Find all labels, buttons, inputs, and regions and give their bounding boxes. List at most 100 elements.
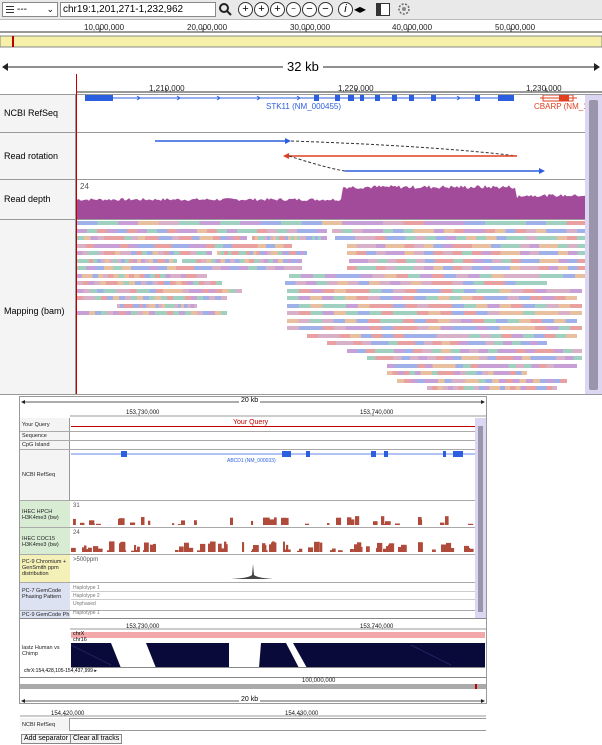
read[interactable]	[77, 266, 302, 270]
track-label-query[interactable]: Your Query	[22, 422, 50, 428]
read[interactable]	[287, 288, 582, 293]
read[interactable]	[287, 326, 582, 330]
clear-tracks-button[interactable]: Clear all tracks	[70, 734, 123, 744]
ihec1-track[interactable]	[71, 515, 475, 527]
menu-icon	[6, 6, 14, 13]
read[interactable]	[77, 228, 327, 233]
expand-icon[interactable]: ◂▸	[354, 2, 366, 16]
read[interactable]	[397, 378, 567, 383]
refseq-track[interactable]	[77, 95, 602, 132]
align-ruler-tick: 153,740,000	[360, 624, 394, 630]
track-label-mapping[interactable]: Mapping (bam)	[4, 306, 65, 316]
read[interactable]	[347, 266, 587, 270]
read[interactable]	[347, 348, 582, 353]
zoom-out-small-icon[interactable]: −	[286, 2, 301, 17]
read[interactable]	[287, 303, 582, 308]
read[interactable]	[77, 296, 227, 300]
read[interactable]	[427, 386, 557, 390]
chrom-tick-label: 40,000,000	[392, 23, 433, 32]
track-label-refseq[interactable]: NCBI RefSeq	[4, 108, 58, 118]
read[interactable]	[347, 243, 587, 248]
track-label-ihec1[interactable]: IHEC HPCH H3K4me3 (bw)	[22, 509, 70, 521]
location-input[interactable]: chr19:1,201,271-1,232,962	[60, 2, 216, 17]
track-label-ihec2[interactable]: IHEC COC15 H3K4me3 (bw)	[22, 536, 70, 548]
ihec2-track[interactable]	[71, 540, 475, 554]
track-label-sequence[interactable]: Sequence	[22, 433, 47, 439]
chrx-bar	[71, 632, 485, 638]
track-label-rotation[interactable]: Read rotation	[4, 151, 58, 161]
read[interactable]	[77, 311, 227, 315]
track-label-pc7-phasing[interactable]: PC-7 GemCode Phasing Pattern	[22, 588, 70, 600]
read[interactable]	[332, 228, 587, 233]
panel3-ruler-tick: 154,420,000	[51, 711, 85, 717]
read[interactable]	[349, 258, 587, 263]
mapping-track[interactable]	[77, 220, 602, 394]
gene-label-stk11[interactable]: STK11 (NM_000455)	[266, 102, 341, 111]
read[interactable]	[252, 236, 327, 240]
chevron-down-icon: ⌄	[46, 4, 54, 14]
track-label-refseq2[interactable]: NCBI RefSeq	[22, 472, 55, 478]
read[interactable]	[287, 296, 577, 300]
gene-label-abcd1[interactable]: ABCD1 (NM_000033)	[227, 458, 276, 464]
read[interactable]	[347, 251, 587, 255]
read[interactable]	[387, 363, 577, 368]
read[interactable]	[307, 333, 577, 338]
track-label-depth[interactable]: Read depth	[4, 194, 51, 204]
settings-icon[interactable]	[396, 1, 412, 18]
read[interactable]	[289, 273, 587, 278]
align-coord: chrX:154,428,105-154,437,999 ▸	[24, 668, 97, 674]
panel3-refseq-row	[20, 718, 486, 731]
read-depth-track[interactable]	[77, 180, 602, 219]
read[interactable]	[327, 341, 547, 345]
search-icon[interactable]	[218, 2, 232, 17]
track-label-pc9-chrom[interactable]: PC-9 Chromium + GenSmith ppm distributio…	[22, 559, 70, 577]
read[interactable]	[285, 281, 547, 285]
query-line	[71, 426, 475, 427]
alignment-track[interactable]	[71, 643, 485, 668]
read[interactable]	[77, 258, 177, 263]
chrom-tick-label: 50,000,000	[495, 23, 536, 32]
zoom-in-icon[interactable]: +	[238, 2, 253, 17]
read[interactable]	[77, 251, 212, 255]
read[interactable]	[77, 221, 587, 225]
track-label-refseq3[interactable]: NCBI RefSeq	[22, 722, 55, 728]
species-select[interactable]: --- ⌄	[2, 2, 58, 17]
track-label-cpg[interactable]: CpG Island	[22, 442, 50, 448]
scrollbar[interactable]	[589, 100, 598, 390]
chrom-tick-label: 10,000,000	[84, 23, 125, 32]
haplotype-label: Haplotype 1	[73, 610, 100, 616]
align-ruler-tick: 153,730,000	[126, 624, 160, 630]
read[interactable]	[77, 243, 292, 248]
track-label-lastz[interactable]: lastz Human vs Chimp	[22, 645, 70, 657]
chrom-position-marker	[12, 36, 14, 47]
add-separator-button[interactable]: Add separator	[21, 734, 71, 744]
read[interactable]	[387, 371, 527, 375]
panel3-scale-label: 20 kb	[239, 696, 261, 703]
read[interactable]	[77, 273, 207, 278]
read[interactable]	[182, 258, 302, 263]
panel2-ruler-tick: 153,730,000	[126, 410, 160, 416]
read[interactable]	[367, 356, 582, 360]
zoom-out-icon[interactable]: −	[318, 2, 333, 17]
ruler-tick: 1,230,000	[526, 84, 562, 93]
read[interactable]	[77, 281, 222, 285]
panel-icon[interactable]	[376, 3, 390, 16]
zoom-in-more-icon[interactable]: +	[254, 2, 269, 17]
read[interactable]	[217, 251, 307, 255]
read[interactable]	[335, 236, 587, 240]
read[interactable]	[117, 303, 197, 308]
overview-bar[interactable]	[20, 684, 486, 689]
pc9-chrom-track[interactable]	[71, 560, 475, 582]
overview-marker	[475, 684, 477, 689]
panel2-scrollbar[interactable]	[478, 426, 483, 612]
zoom-out-more-icon[interactable]: −	[302, 2, 317, 17]
zoom-in-small-icon[interactable]: +	[270, 2, 285, 17]
read[interactable]	[77, 288, 242, 293]
read[interactable]	[287, 318, 577, 323]
info-icon[interactable]: i	[338, 2, 353, 17]
panel3-ruler-tick: 154,430,000	[285, 711, 319, 717]
ruler-tick: 1,210,000	[149, 84, 185, 93]
read-rotation-track[interactable]	[77, 133, 602, 179]
read[interactable]	[287, 311, 582, 315]
read[interactable]	[77, 236, 247, 240]
